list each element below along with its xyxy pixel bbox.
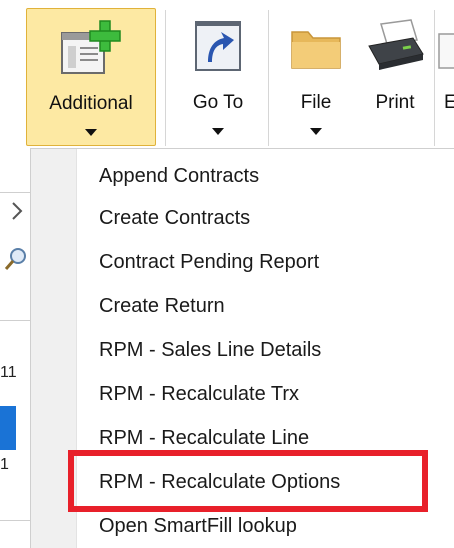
printer-icon (368, 19, 424, 70)
menu-icon-gutter (31, 149, 77, 548)
additional-dropdown-menu: Append Contracts Create Contracts Contra… (30, 148, 454, 548)
goto-button[interactable]: Go To (172, 8, 264, 146)
menu-item-contract-pending-report[interactable]: Contract Pending Report (77, 241, 454, 283)
magnifier-icon (4, 248, 26, 270)
chevron-right-icon (12, 202, 23, 220)
ribbon-toolbar: Additional Go To File Print E (0, 0, 454, 150)
cell-fragment: 1 (0, 456, 9, 473)
menu-item-rpm-sales-line-details[interactable]: RPM - Sales Line Details (77, 329, 454, 371)
menu-item-rpm-recalculate-options[interactable]: RPM - Recalculate Options (77, 461, 454, 503)
e-label: E (444, 92, 454, 113)
goto-label: Go To (192, 92, 244, 113)
additional-label: Additional (49, 93, 133, 114)
print-button[interactable]: Print (360, 8, 430, 146)
dropdown-arrow-icon (85, 129, 97, 136)
menu-item-rpm-recalculate-line[interactable]: RPM - Recalculate Line (77, 417, 454, 459)
divider (0, 520, 30, 521)
ribbon-separator (434, 10, 435, 146)
document-icon (438, 33, 454, 69)
ribbon-separator (165, 10, 166, 146)
menu-item-create-contracts[interactable]: Create Contracts (77, 197, 454, 239)
menu-item-append-contracts[interactable]: Append Contracts (77, 155, 454, 197)
add-window-icon (61, 20, 121, 74)
e-button[interactable]: E (438, 8, 454, 146)
file-button[interactable]: File (276, 8, 356, 146)
divider (0, 320, 30, 321)
goto-arrow-icon (195, 21, 241, 71)
cell-fragment: 11 (0, 364, 17, 381)
dropdown-arrow-icon (310, 128, 322, 135)
menu-item-open-smartfill-lookup[interactable]: Open SmartFill lookup (77, 505, 454, 547)
dropdown-arrow-icon (212, 128, 224, 135)
print-label: Print (375, 92, 415, 113)
file-label: File (300, 92, 332, 113)
folder-icon (291, 31, 341, 69)
additional-button[interactable]: Additional (26, 8, 156, 146)
divider (0, 192, 30, 193)
selected-row-fragment (0, 406, 16, 450)
menu-item-create-return[interactable]: Create Return (77, 285, 454, 327)
ribbon-separator (268, 10, 269, 146)
background-window-strip: 11 1 (0, 150, 30, 544)
menu-item-rpm-recalculate-trx[interactable]: RPM - Recalculate Trx (77, 373, 454, 415)
